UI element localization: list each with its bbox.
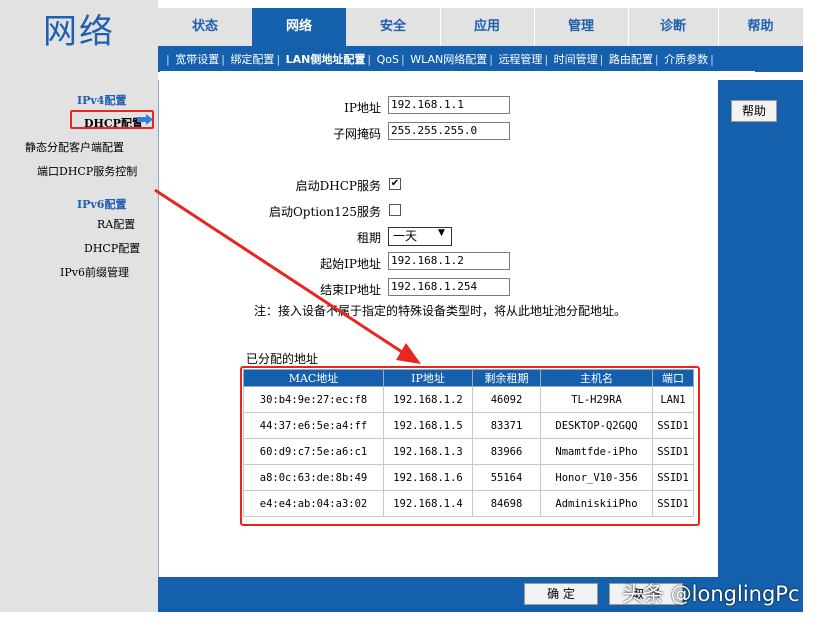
- annotation-arrow-icon: [154, 188, 421, 364]
- watermark: 头条 @longlingPc: [622, 582, 800, 606]
- ok-button[interactable]: 确 定: [524, 583, 598, 605]
